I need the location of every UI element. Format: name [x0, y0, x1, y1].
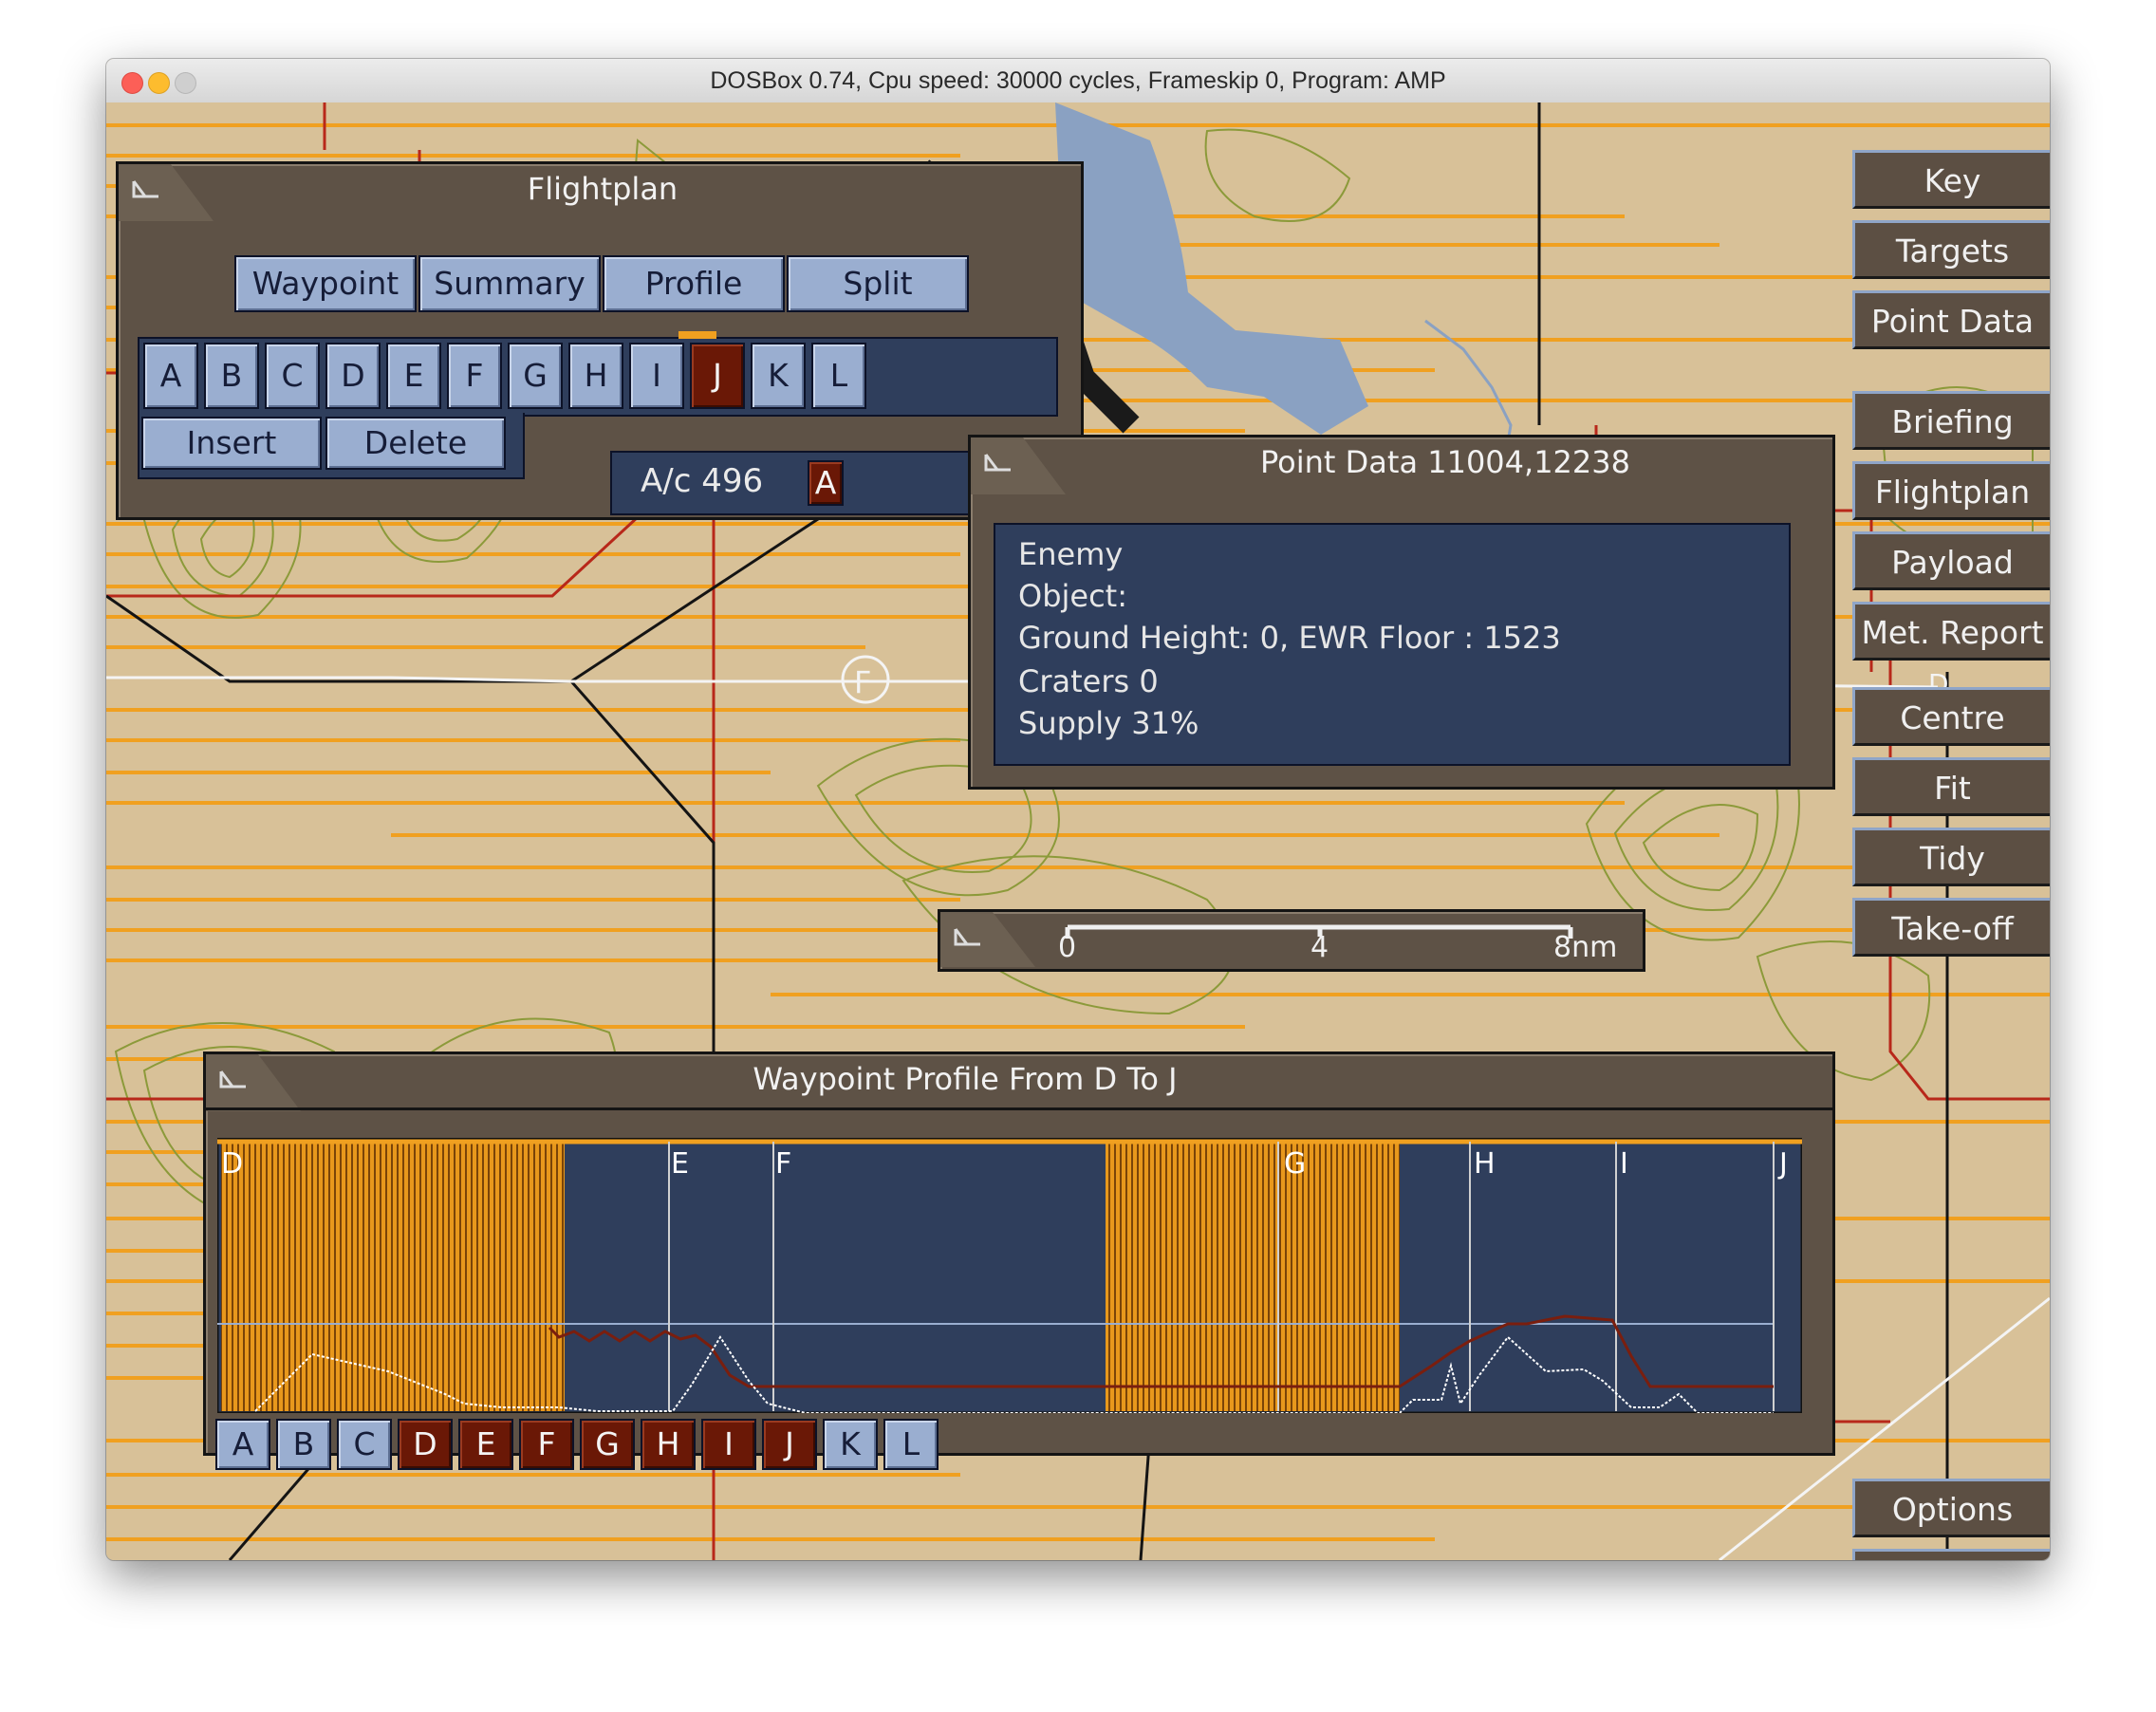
point-data-line: Craters 0 — [1018, 663, 1159, 699]
terrain-profile-graph — [217, 1138, 1802, 1413]
profile-waypoint-button-k[interactable]: K — [823, 1419, 878, 1470]
profile-marker-f: F — [775, 1147, 792, 1181]
scale-tick-4: 4 — [1310, 931, 1329, 964]
tab-waypoint[interactable]: Waypoint — [234, 255, 417, 312]
sidebar-button-centre[interactable]: Centre — [1852, 687, 2050, 746]
waypoint-button-e[interactable]: E — [386, 343, 441, 409]
profile-waypoint-button-i[interactable]: I — [701, 1419, 756, 1470]
profile-waypoint-button-j[interactable]: J — [762, 1419, 817, 1470]
waypoint-f-label: F — [854, 664, 871, 700]
profile-waypoint-button-h[interactable]: H — [641, 1419, 696, 1470]
sidebar-button-point-data[interactable]: Point Data — [1852, 290, 2050, 349]
tab-profile[interactable]: Profile — [603, 255, 785, 312]
waypoint-button-c[interactable]: C — [265, 343, 320, 409]
scale-tick-0: 0 — [1058, 931, 1077, 964]
waypoint-button-g[interactable]: G — [508, 343, 563, 409]
waypoint-button-b[interactable]: B — [204, 343, 259, 409]
profile-marker-g: G — [1284, 1147, 1307, 1181]
sidebar-button-tidy[interactable]: Tidy — [1852, 828, 2050, 886]
tab-split[interactable]: Split — [787, 255, 969, 312]
point-data-info: Enemy Object: Ground Height: 0, EWR Floo… — [994, 523, 1791, 766]
sidebar-button-options[interactable]: Options — [1852, 1479, 2050, 1537]
waypoint-indicator — [678, 331, 716, 339]
profile-marker-i: I — [1620, 1147, 1628, 1181]
sidebar-button-met-report[interactable]: Met. Report — [1852, 602, 2050, 661]
minimize-window-button[interactable] — [148, 72, 170, 94]
window-titlebar: DOSBox 0.74, Cpu speed: 30000 cycles, Fr… — [106, 59, 2050, 103]
profile-collapse-tab[interactable] — [206, 1054, 301, 1111]
waypoint-button-d[interactable]: D — [325, 343, 381, 409]
profile-marker-h: H — [1474, 1147, 1496, 1181]
waypoint-button-k[interactable]: K — [751, 343, 806, 409]
dosbox-window: DOSBox 0.74, Cpu speed: 30000 cycles, Fr… — [106, 59, 2050, 1560]
scale-ruler — [1065, 924, 1573, 939]
window-title: DOSBox 0.74, Cpu speed: 30000 cycles, Fr… — [710, 67, 1446, 94]
profile-marker-d: D — [221, 1147, 244, 1181]
profile-waypoint-button-a[interactable]: A — [215, 1419, 270, 1470]
tab-summary[interactable]: Summary — [418, 255, 601, 312]
waypoint-button-f[interactable]: F — [447, 343, 502, 409]
point-data-line: Supply 31% — [1018, 705, 1199, 741]
close-window-button[interactable] — [121, 72, 143, 94]
collapse-icon — [984, 454, 1011, 472]
waypoint-button-l[interactable]: L — [811, 343, 866, 409]
panel-collapse-tab[interactable] — [119, 164, 214, 221]
profile-marker-j: J — [1779, 1147, 1788, 1181]
sidebar-button-flightplan[interactable]: Flightplan — [1852, 461, 2050, 520]
profile-waypoint-button-b[interactable]: B — [276, 1419, 331, 1470]
waypoint-profile-panel: Waypoint Profile From D To J D E F G H I… — [203, 1051, 1835, 1470]
profile-waypoint-button-f[interactable]: F — [519, 1419, 574, 1470]
profile-waypoint-button-d[interactable]: D — [398, 1419, 453, 1470]
collapse-icon — [132, 180, 158, 198]
waypoint-button-j[interactable]: J — [690, 343, 745, 409]
scale-bar-panel: 0 4 8nm — [938, 909, 1645, 972]
game-screen: F D Flightplan Waypoint Summary Profile … — [106, 102, 2050, 1560]
waypoint-button-i[interactable]: I — [629, 343, 684, 409]
sidebar-button-take-off[interactable]: Take-off — [1852, 898, 2050, 957]
scale-tick-8nm: 8nm — [1553, 931, 1618, 964]
point-data-line: Enemy — [1018, 536, 1124, 572]
point-data-title: Point Data 11004,12238 — [1260, 444, 1630, 480]
point-data-panel: Point Data 11004,12238 Enemy Object: Gro… — [968, 435, 1835, 790]
flightplan-title: Flightplan — [527, 171, 678, 207]
profile-waypoint-button-e[interactable]: E — [458, 1419, 513, 1470]
sidebar-button-exit[interactable]: Exit — [1852, 1549, 2050, 1560]
aircraft-label: A/c 496 — [641, 462, 764, 500]
aircraft-letter-button[interactable]: A — [808, 460, 844, 506]
point-data-collapse-tab[interactable] — [971, 437, 1066, 494]
profile-marker-e: E — [671, 1147, 689, 1181]
flightplan-panel: Flightplan Waypoint Summary Profile Spli… — [116, 161, 1084, 520]
insert-button[interactable]: Insert — [141, 417, 322, 470]
sidebar-button-briefing[interactable]: Briefing — [1852, 391, 2050, 450]
sidebar-button-fit[interactable]: Fit — [1852, 757, 2050, 816]
profile-waypoint-button-l[interactable]: L — [883, 1419, 939, 1470]
profile-waypoint-button-c[interactable]: C — [337, 1419, 392, 1470]
waypoint-button-a[interactable]: A — [143, 343, 198, 409]
sidebar-button-targets[interactable]: Targets — [1852, 220, 2050, 279]
profile-title-divider — [206, 1107, 1832, 1110]
sidebar-button-payload[interactable]: Payload — [1852, 531, 2050, 590]
collapse-icon — [219, 1070, 246, 1089]
profile-title: Waypoint Profile From D To J — [753, 1061, 1178, 1097]
zoom-window-button[interactable] — [175, 72, 196, 94]
sidebar-button-key[interactable]: Key — [1852, 150, 2050, 209]
waypoint-button-h[interactable]: H — [568, 343, 623, 409]
point-data-line: Ground Height: 0, EWR Floor : 1523 — [1018, 620, 1561, 656]
profile-waypoint-button-g[interactable]: G — [580, 1419, 635, 1470]
point-data-line: Object: — [1018, 578, 1127, 614]
delete-button[interactable]: Delete — [325, 417, 506, 470]
